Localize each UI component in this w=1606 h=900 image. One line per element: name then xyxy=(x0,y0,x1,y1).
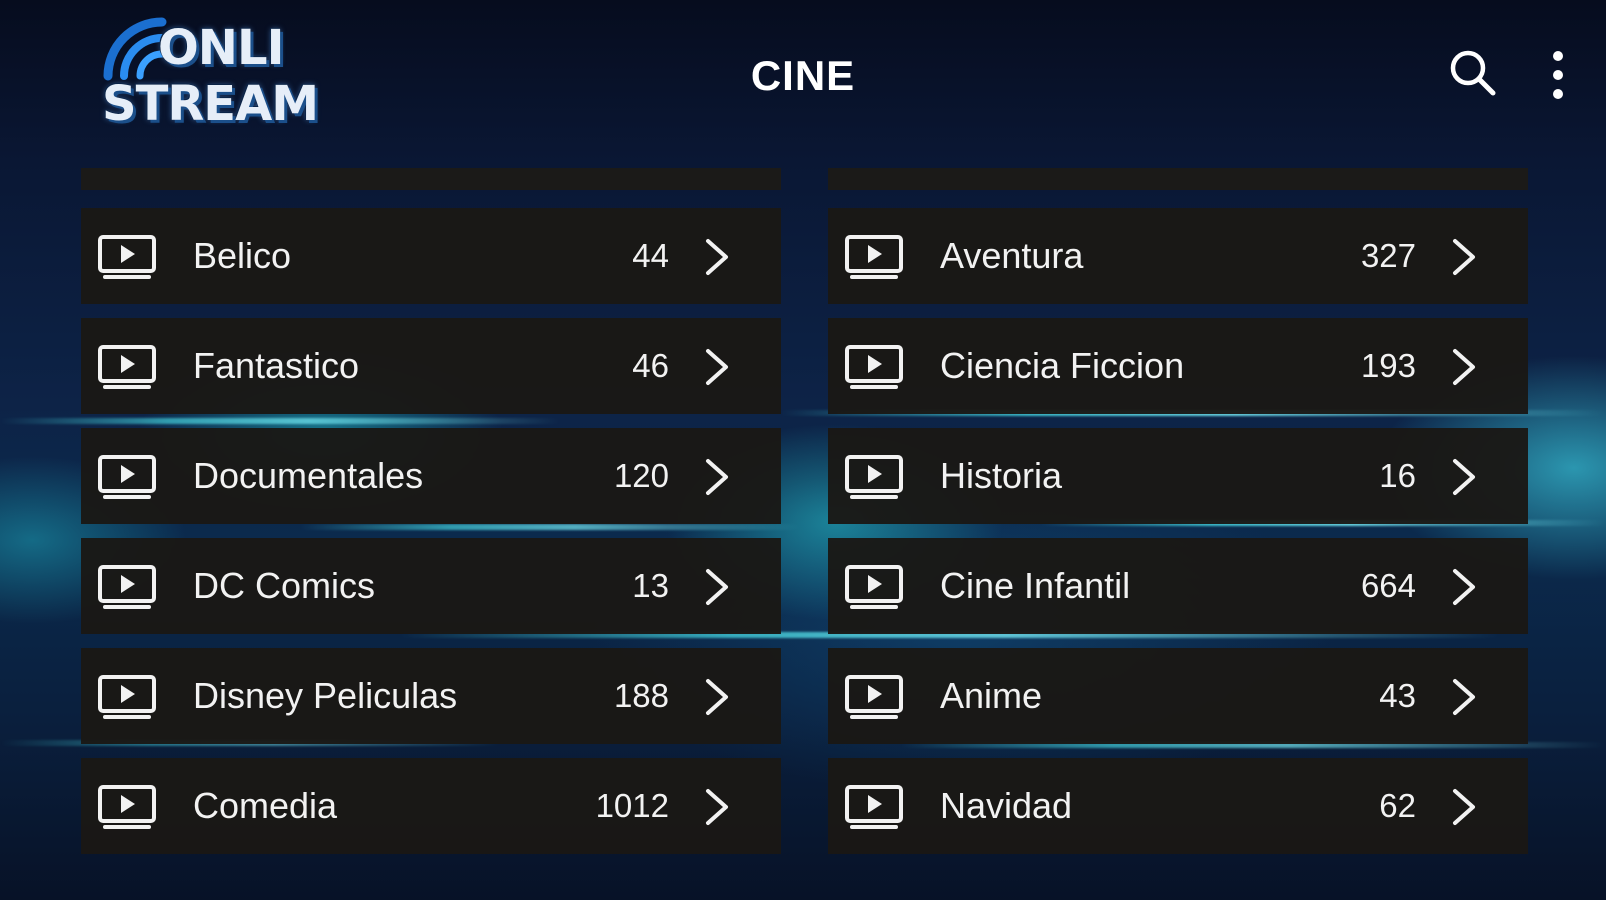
category-count: 120 xyxy=(613,457,669,494)
play-screen-icon xyxy=(98,455,156,499)
category-label: Ciencia Ficcion xyxy=(940,345,1185,386)
page-title: CINE xyxy=(750,52,856,99)
play-screen-icon xyxy=(845,455,903,499)
category-count: 62 xyxy=(1379,787,1416,824)
category-label: Documentales xyxy=(193,455,424,496)
category-count: 327 xyxy=(1360,237,1416,274)
chevron-right-icon xyxy=(706,679,728,715)
category-row-navidad[interactable]: Navidad 62 xyxy=(828,758,1528,854)
play-screen-icon xyxy=(98,235,156,279)
column-header-bar xyxy=(828,168,1528,190)
category-label: Anime xyxy=(940,675,1043,716)
category-row-documentales[interactable]: Documentales 120 xyxy=(81,428,781,524)
category-row-comedia[interactable]: Comedia 1012 xyxy=(81,758,781,854)
category-row-cine-infantil[interactable]: Cine Infantil 664 xyxy=(828,538,1528,634)
category-column-left: Belico 44 Fantastico 46 Documentales 120 xyxy=(81,168,781,854)
category-count: 193 xyxy=(1360,347,1416,384)
app-header: ONLI STREAM CINE xyxy=(0,0,1606,150)
category-count: 188 xyxy=(613,677,669,714)
category-label: Disney Peliculas xyxy=(193,675,458,716)
category-row-disney-peliculas[interactable]: Disney Peliculas 188 xyxy=(81,648,781,744)
chevron-right-icon xyxy=(706,569,728,605)
category-row-belico[interactable]: Belico 44 xyxy=(81,208,781,304)
category-count: 664 xyxy=(1360,567,1416,604)
play-screen-icon xyxy=(845,675,903,719)
play-screen-icon xyxy=(845,565,903,609)
chevron-right-icon xyxy=(1453,459,1475,495)
category-count: 43 xyxy=(1379,677,1416,714)
category-count: 46 xyxy=(632,347,669,384)
category-row-anime[interactable]: Anime 43 xyxy=(828,648,1528,744)
category-count: 16 xyxy=(1379,457,1416,494)
play-screen-icon xyxy=(845,235,903,279)
play-screen-icon xyxy=(98,565,156,609)
category-label: Navidad xyxy=(940,785,1073,826)
chevron-right-icon xyxy=(1453,239,1475,275)
category-row-dc-comics[interactable]: DC Comics 13 xyxy=(81,538,781,634)
category-count: 44 xyxy=(632,237,669,274)
search-icon xyxy=(1450,50,1496,96)
play-screen-icon xyxy=(98,785,156,829)
more-options-button[interactable] xyxy=(1546,48,1570,102)
play-screen-icon xyxy=(845,785,903,829)
more-vertical-icon xyxy=(1553,51,1563,99)
chevron-right-icon xyxy=(1453,679,1475,715)
category-row-historia[interactable]: Historia 16 xyxy=(828,428,1528,524)
play-screen-icon xyxy=(98,675,156,719)
play-screen-icon xyxy=(845,345,903,389)
category-label: Aventura xyxy=(940,235,1084,276)
background-light-streak xyxy=(0,418,560,424)
category-label: Belico xyxy=(193,235,292,276)
category-label: Comedia xyxy=(193,785,338,826)
category-row-ciencia-ficcion[interactable]: Ciencia Ficcion 193 xyxy=(828,318,1528,414)
category-row-fantastico[interactable]: Fantastico 46 xyxy=(81,318,781,414)
chevron-right-icon xyxy=(706,789,728,825)
category-label: Fantastico xyxy=(193,345,360,386)
chevron-right-icon xyxy=(1453,349,1475,385)
category-label: DC Comics xyxy=(193,565,376,606)
chevron-right-icon xyxy=(706,239,728,275)
chevron-right-icon xyxy=(1453,569,1475,605)
category-label: Historia xyxy=(940,455,1063,496)
chevron-right-icon xyxy=(706,349,728,385)
category-row-aventura[interactable]: Aventura 327 xyxy=(828,208,1528,304)
chevron-right-icon xyxy=(706,459,728,495)
category-count: 1012 xyxy=(595,787,669,824)
chevron-right-icon xyxy=(1453,789,1475,825)
category-column-right: Aventura 327 Ciencia Ficcion 193 Histori… xyxy=(828,168,1528,854)
category-label: Cine Infantil xyxy=(940,565,1131,606)
play-screen-icon xyxy=(98,345,156,389)
category-count: 13 xyxy=(632,567,669,604)
background-light-streak xyxy=(300,524,800,530)
search-button[interactable] xyxy=(1448,48,1498,98)
column-header-bar xyxy=(81,168,781,190)
